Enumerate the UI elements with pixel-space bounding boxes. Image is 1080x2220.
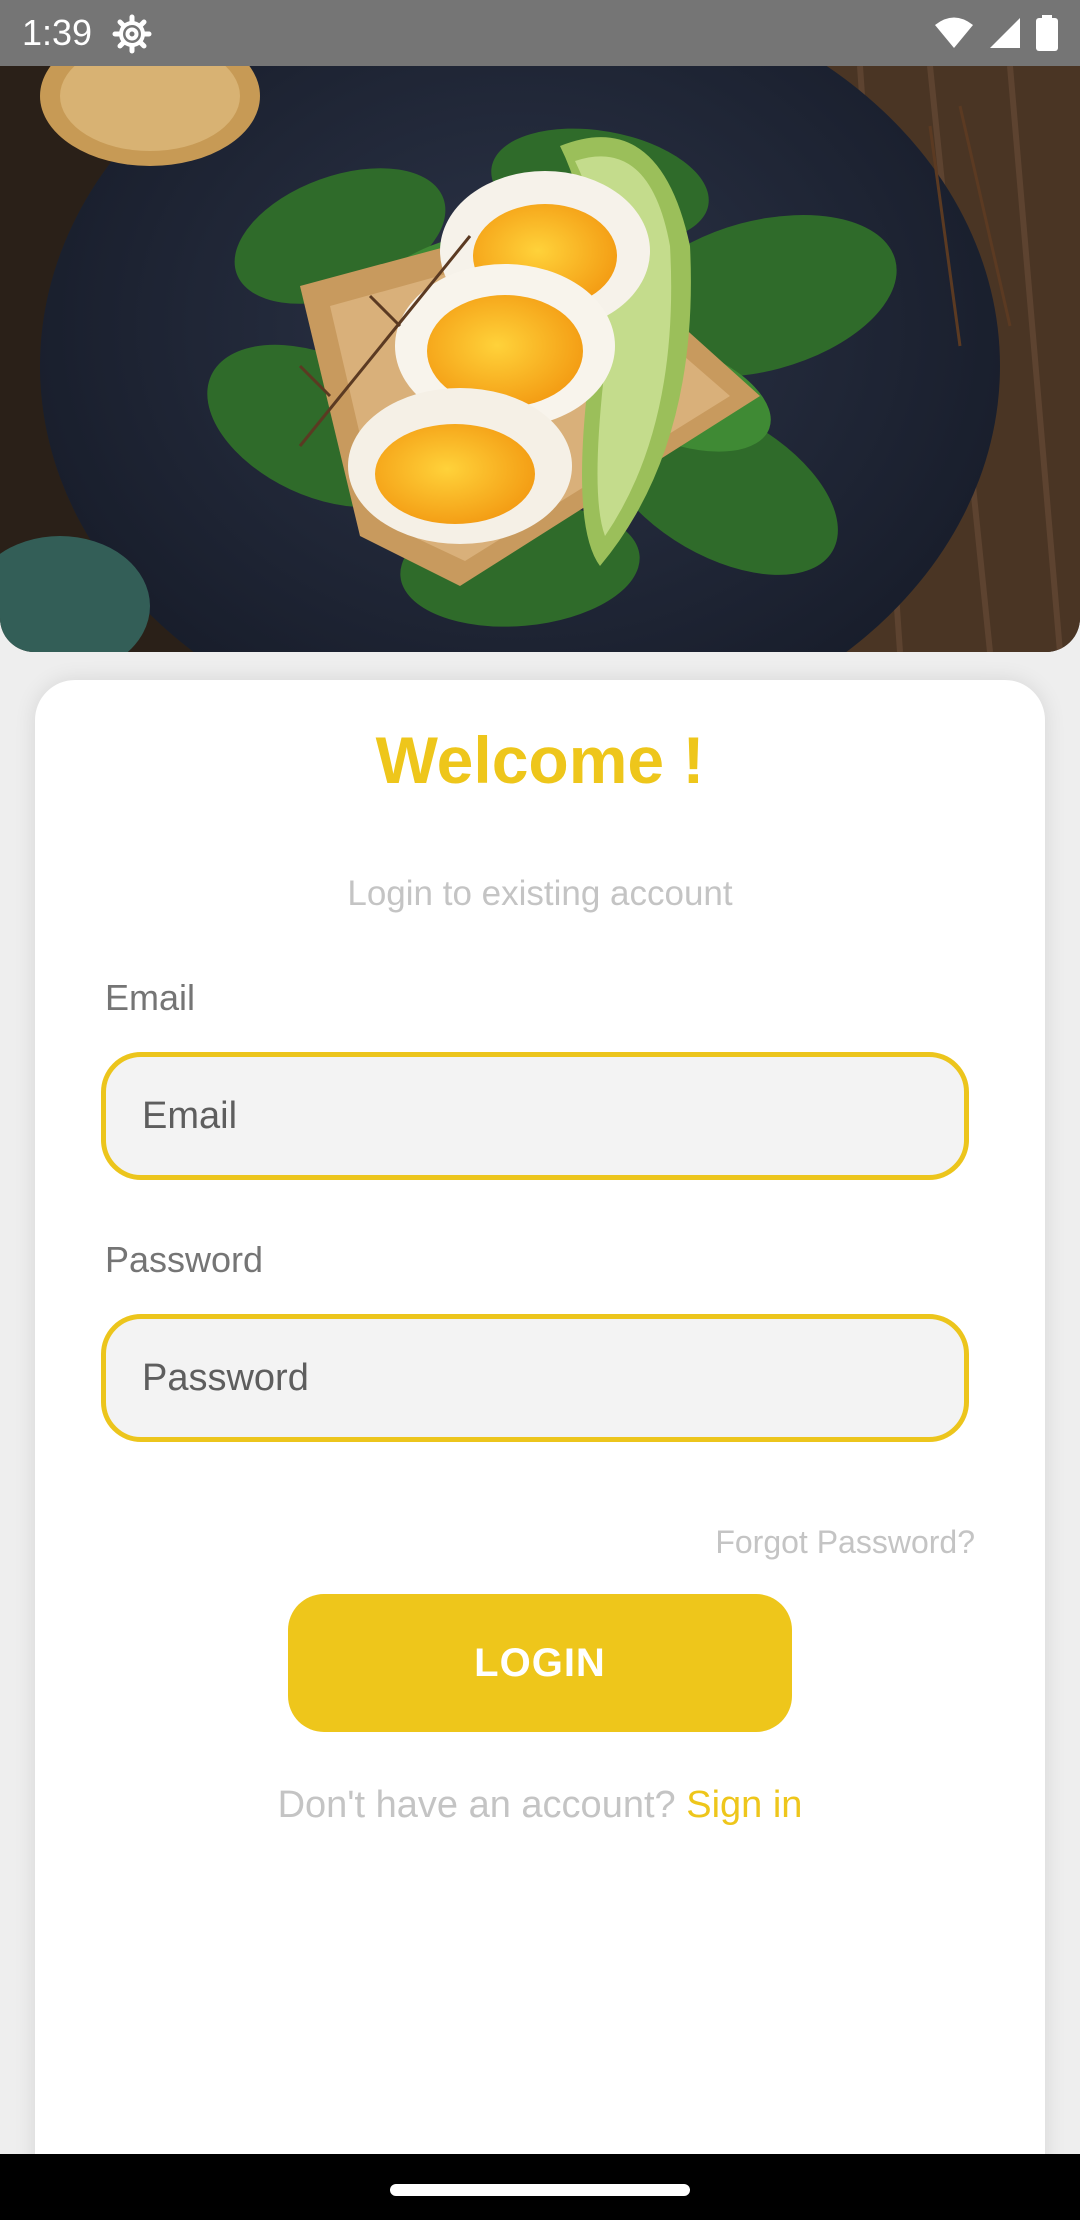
password-label: Password [105, 1239, 264, 1280]
wifi-icon [934, 16, 974, 50]
sign-in-link[interactable]: Sign in [686, 1784, 802, 1826]
email-field[interactable] [101, 1052, 969, 1180]
login-subtitle: Login to existing account [347, 874, 733, 913]
status-icons [934, 12, 1058, 54]
welcome-title: Welcome ! [375, 723, 705, 797]
home-handle[interactable] [390, 2184, 690, 2196]
hero-image [0, 66, 1080, 652]
status-time: 1:39 [22, 12, 93, 53]
gear-icon [112, 14, 152, 54]
signal-icon [988, 16, 1022, 50]
email-label: Email [105, 977, 196, 1018]
status-bar: 1:39 [0, 0, 1080, 66]
no-account-text: Don't have an account? [277, 1784, 687, 1826]
battery-icon [1036, 15, 1058, 51]
signup-prompt: Don't have an account? Sign in [35, 1782, 1045, 1828]
login-card: Welcome ! Login to existing account Emai… [35, 680, 1045, 2180]
forgot-password-link[interactable]: Forgot Password? [715, 1522, 975, 1562]
login-button[interactable]: LOGIN [288, 1594, 792, 1732]
password-field[interactable] [101, 1314, 969, 1442]
navigation-bar [0, 2154, 1080, 2220]
